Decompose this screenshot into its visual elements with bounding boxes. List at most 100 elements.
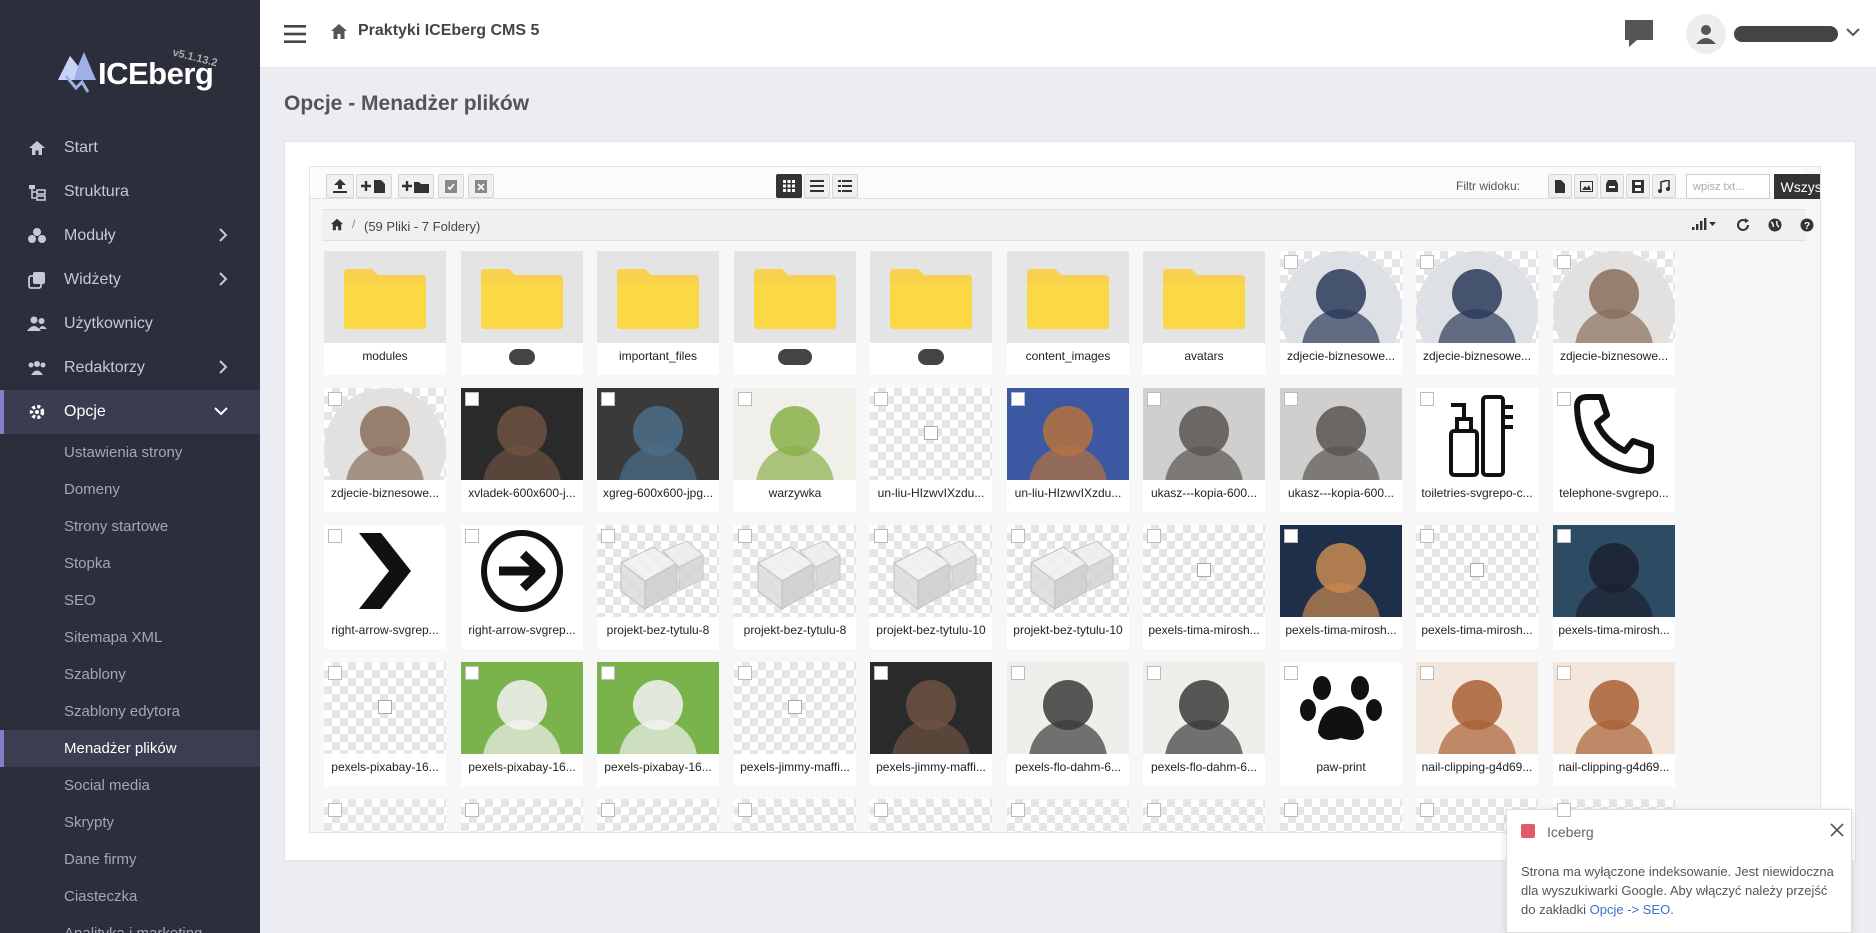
username-redacted[interactable] (1734, 26, 1838, 42)
file-item[interactable]: zdjecie-biznesowe... (1553, 251, 1675, 375)
sidebar-subitem-szablony[interactable]: Szablony (0, 656, 260, 693)
select-checkbox[interactable] (874, 392, 888, 406)
filter-images-button[interactable] (1574, 174, 1598, 198)
sidebar-subitem-domeny[interactable]: Domeny (0, 471, 260, 508)
file-item[interactable] (734, 799, 856, 832)
sidebar-item-opcje[interactable]: Opcje (0, 390, 260, 434)
file-item[interactable]: projekt-bez-tytulu-8 (597, 525, 719, 649)
select-checkbox[interactable] (328, 529, 342, 543)
select-checkbox[interactable] (1284, 803, 1298, 817)
select-checkbox[interactable] (1147, 529, 1161, 543)
folder-item[interactable]: modules (324, 251, 446, 375)
select-checkbox[interactable] (738, 803, 752, 817)
view-details-button[interactable] (832, 174, 858, 198)
folder-item[interactable] (870, 251, 992, 375)
file-item[interactable]: xgreg-600x600-jpg... (597, 388, 719, 512)
view-list-button[interactable] (804, 174, 830, 198)
select-checkbox[interactable] (874, 529, 888, 543)
file-item[interactable] (1143, 799, 1265, 832)
sidebar-subitem-ciasteczka[interactable]: Ciasteczka (0, 878, 260, 915)
select-checkbox[interactable] (1011, 666, 1025, 680)
file-item[interactable] (870, 799, 992, 832)
filter-music-button[interactable] (1652, 174, 1676, 198)
file-item[interactable] (324, 799, 446, 832)
avatar[interactable] (1686, 14, 1726, 54)
folder-item[interactable] (461, 251, 583, 375)
select-checkbox[interactable] (1557, 529, 1571, 543)
file-item[interactable] (1007, 799, 1129, 832)
sidebar-subitem-strony-startowe[interactable]: Strony startowe (0, 508, 260, 545)
select-checkbox[interactable] (601, 666, 615, 680)
sidebar-subitem-sitemapa-xml[interactable]: Sitemapa XML (0, 619, 260, 656)
select-checkbox[interactable] (465, 666, 479, 680)
file-item[interactable] (461, 799, 583, 832)
file-item[interactable]: nail-clipping-g4d69... (1553, 662, 1675, 786)
select-checkbox[interactable] (874, 666, 888, 680)
select-checkbox[interactable] (738, 392, 752, 406)
file-item[interactable]: pexels-tima-mirosh... (1280, 525, 1402, 649)
select-checkbox[interactable] (1557, 803, 1571, 817)
select-checkbox[interactable] (601, 392, 615, 406)
select-checkbox[interactable] (738, 666, 752, 680)
filter-all-button[interactable]: Wszystkie (1774, 174, 1820, 199)
file-item[interactable]: un-liu-HIzwvIXzdu... (870, 388, 992, 512)
file-item[interactable]: zdjecie-biznesowe... (1416, 251, 1538, 375)
select-checkbox[interactable] (1284, 255, 1298, 269)
sidebar-subitem-menadzer-plikow[interactable]: Menadżer plików (0, 730, 260, 767)
close-icon[interactable] (1829, 822, 1845, 838)
select-checkbox[interactable] (1557, 392, 1571, 406)
refresh-icon[interactable] (1736, 218, 1750, 232)
select-checkbox[interactable] (465, 529, 479, 543)
file-item[interactable]: zdjecie-biznesowe... (324, 388, 446, 512)
select-checkbox[interactable] (1147, 392, 1161, 406)
select-checkbox[interactable] (1557, 255, 1571, 269)
file-item[interactable]: projekt-bez-tytulu-10 (870, 525, 992, 649)
chevron-down-icon[interactable] (1846, 27, 1860, 37)
select-checkbox[interactable] (1284, 666, 1298, 680)
help-icon[interactable]: ? (1800, 218, 1814, 232)
sidebar-subitem-analityka[interactable]: Analityka i marketing (0, 915, 260, 933)
view-grid-button[interactable] (776, 174, 802, 198)
folder-item[interactable]: important_files (597, 251, 719, 375)
hamburger-menu-icon[interactable] (284, 24, 306, 44)
select-checkbox[interactable] (1420, 666, 1434, 680)
file-item[interactable]: toiletries-svgrepo-c... (1416, 388, 1538, 512)
file-item[interactable]: pexels-pixabay-16... (461, 662, 583, 786)
sidebar-item-struktura[interactable]: Struktura (0, 170, 260, 214)
file-item[interactable]: paw-print (1280, 662, 1402, 786)
sidebar-subitem-seo[interactable]: SEO (0, 582, 260, 619)
paste-button[interactable] (438, 174, 464, 198)
logo[interactable]: ICEberg v5.1.13.2 (56, 42, 226, 102)
breadcrumb-site[interactable]: Praktyki ICEberg CMS 5 (358, 22, 539, 40)
select-checkbox[interactable] (1557, 666, 1571, 680)
file-item[interactable]: pexels-flo-dahm-6... (1007, 662, 1129, 786)
select-checkbox[interactable] (1420, 392, 1434, 406)
file-item[interactable]: ukasz---kopia-600... (1143, 388, 1265, 512)
new-folder-button[interactable] (398, 174, 434, 198)
file-item[interactable]: pexels-tima-mirosh... (1143, 525, 1265, 649)
file-item[interactable]: ukasz---kopia-600... (1280, 388, 1402, 512)
select-checkbox[interactable] (601, 803, 615, 817)
select-checkbox[interactable] (1284, 392, 1298, 406)
file-item[interactable]: nail-clipping-g4d69... (1416, 662, 1538, 786)
sidebar-subitem-social-media[interactable]: Social media (0, 767, 260, 804)
file-item[interactable]: zdjecie-biznesowe... (1280, 251, 1402, 375)
select-checkbox[interactable] (1420, 803, 1434, 817)
select-checkbox[interactable] (1011, 529, 1025, 543)
select-checkbox[interactable] (1420, 529, 1434, 543)
file-item[interactable]: pexels-pixabay-16... (597, 662, 719, 786)
sort-icon[interactable] (1692, 218, 1716, 232)
select-checkbox[interactable] (328, 803, 342, 817)
sidebar-subitem-ustawienia-strony[interactable]: Ustawienia strony (0, 434, 260, 471)
sidebar-item-moduly[interactable]: Moduły (0, 214, 260, 258)
select-checkbox[interactable] (465, 803, 479, 817)
select-checkbox[interactable] (1147, 666, 1161, 680)
select-checkbox[interactable] (465, 392, 479, 406)
home-icon[interactable] (330, 23, 348, 40)
file-item[interactable]: warzywka (734, 388, 856, 512)
file-item[interactable]: xvladek-600x600-j... (461, 388, 583, 512)
file-item[interactable]: pexels-tima-mirosh... (1416, 525, 1538, 649)
select-checkbox[interactable] (1011, 392, 1025, 406)
sidebar-subitem-szablony-edytora[interactable]: Szablony edytora (0, 693, 260, 730)
seo-settings-link[interactable]: Opcje -> SEO (1590, 902, 1671, 917)
